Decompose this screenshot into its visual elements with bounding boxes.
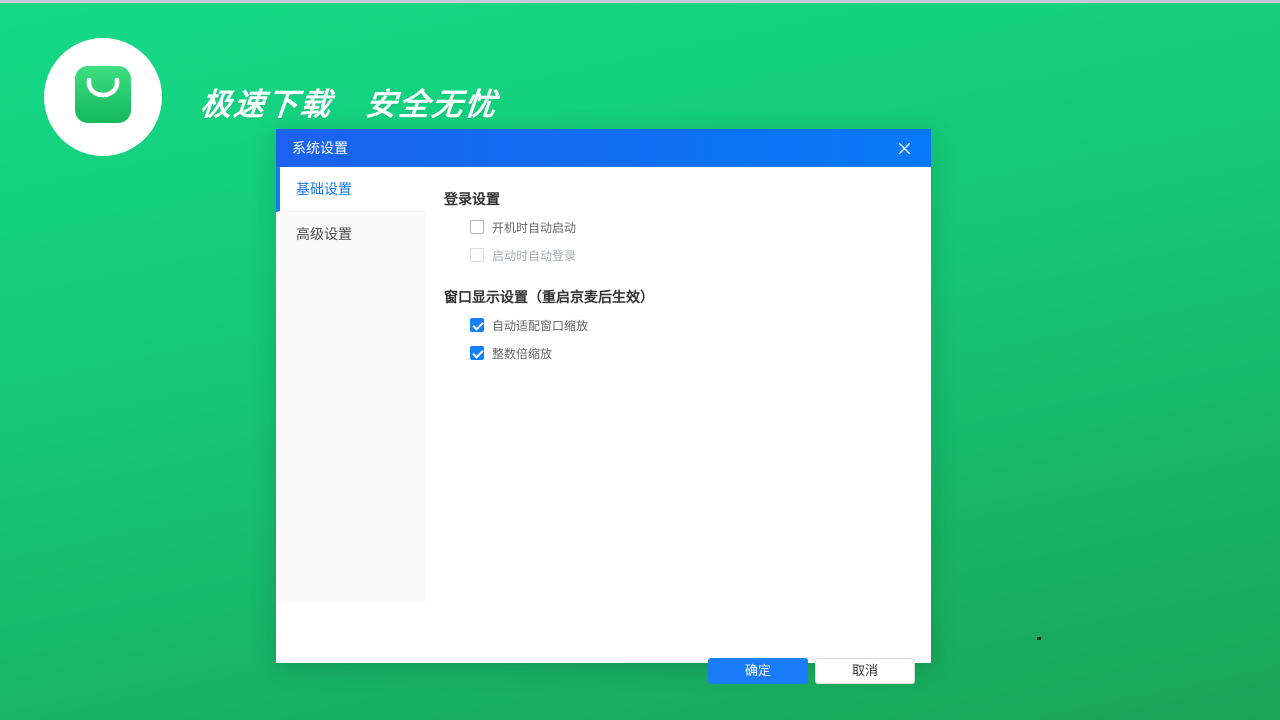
checkbox-row-integer-scale[interactable]: 整数倍缩放 xyxy=(470,339,931,367)
checkbox-integer-scale[interactable] xyxy=(470,346,484,360)
close-icon[interactable] xyxy=(885,129,923,167)
checkbox-auto-scale[interactable] xyxy=(470,318,484,332)
app-logo xyxy=(44,38,162,156)
checkbox-label-autologin[interactable]: 启动时自动登录 xyxy=(492,247,576,264)
section-heading-login: 登录设置 xyxy=(444,189,931,209)
checkbox-label-integer-scale[interactable]: 整数倍缩放 xyxy=(492,345,552,362)
dialog-body: 基础设置 高级设置 登录设置 开机时自动启动 启动时自动登录 窗口显示设置（重启… xyxy=(276,167,931,663)
tab-advanced-settings[interactable]: 高级设置 xyxy=(276,212,426,257)
tab-basic-settings[interactable]: 基础设置 xyxy=(276,167,426,212)
system-settings-dialog: 系统设置 基础设置 高级设置 登录设置 开机时自动启动 启动时自动登录 窗口显示… xyxy=(276,129,931,663)
shopping-bag-icon xyxy=(75,66,131,123)
cancel-button[interactable]: 取消 xyxy=(815,658,915,684)
checkbox-autostart[interactable] xyxy=(470,220,484,234)
hero-tagline: 极速下载 安全无忧 xyxy=(199,79,501,124)
settings-content: 登录设置 开机时自动启动 启动时自动登录 窗口显示设置（重启京麦后生效） 自动适… xyxy=(426,167,931,663)
checkbox-label-autostart[interactable]: 开机时自动启动 xyxy=(492,219,576,236)
settings-sidebar: 基础设置 高级设置 xyxy=(276,167,426,602)
dialog-titlebar[interactable]: 系统设置 xyxy=(276,129,931,167)
checkbox-autologin[interactable] xyxy=(470,248,484,262)
bag-handle-icon xyxy=(86,77,120,99)
section-heading-window-display: 窗口显示设置（重启京麦后生效） xyxy=(444,287,931,307)
checkbox-row-autologin[interactable]: 启动时自动登录 xyxy=(470,241,931,269)
dialog-title: 系统设置 xyxy=(292,138,348,158)
desktop-top-strip xyxy=(0,0,1280,3)
ok-button[interactable]: 确定 xyxy=(708,658,808,684)
cursor-dot xyxy=(1037,637,1041,640)
checkbox-row-auto-scale[interactable]: 自动适配窗口缩放 xyxy=(470,311,931,339)
checkbox-label-auto-scale[interactable]: 自动适配窗口缩放 xyxy=(492,317,588,334)
checkbox-row-autostart[interactable]: 开机时自动启动 xyxy=(470,213,931,241)
